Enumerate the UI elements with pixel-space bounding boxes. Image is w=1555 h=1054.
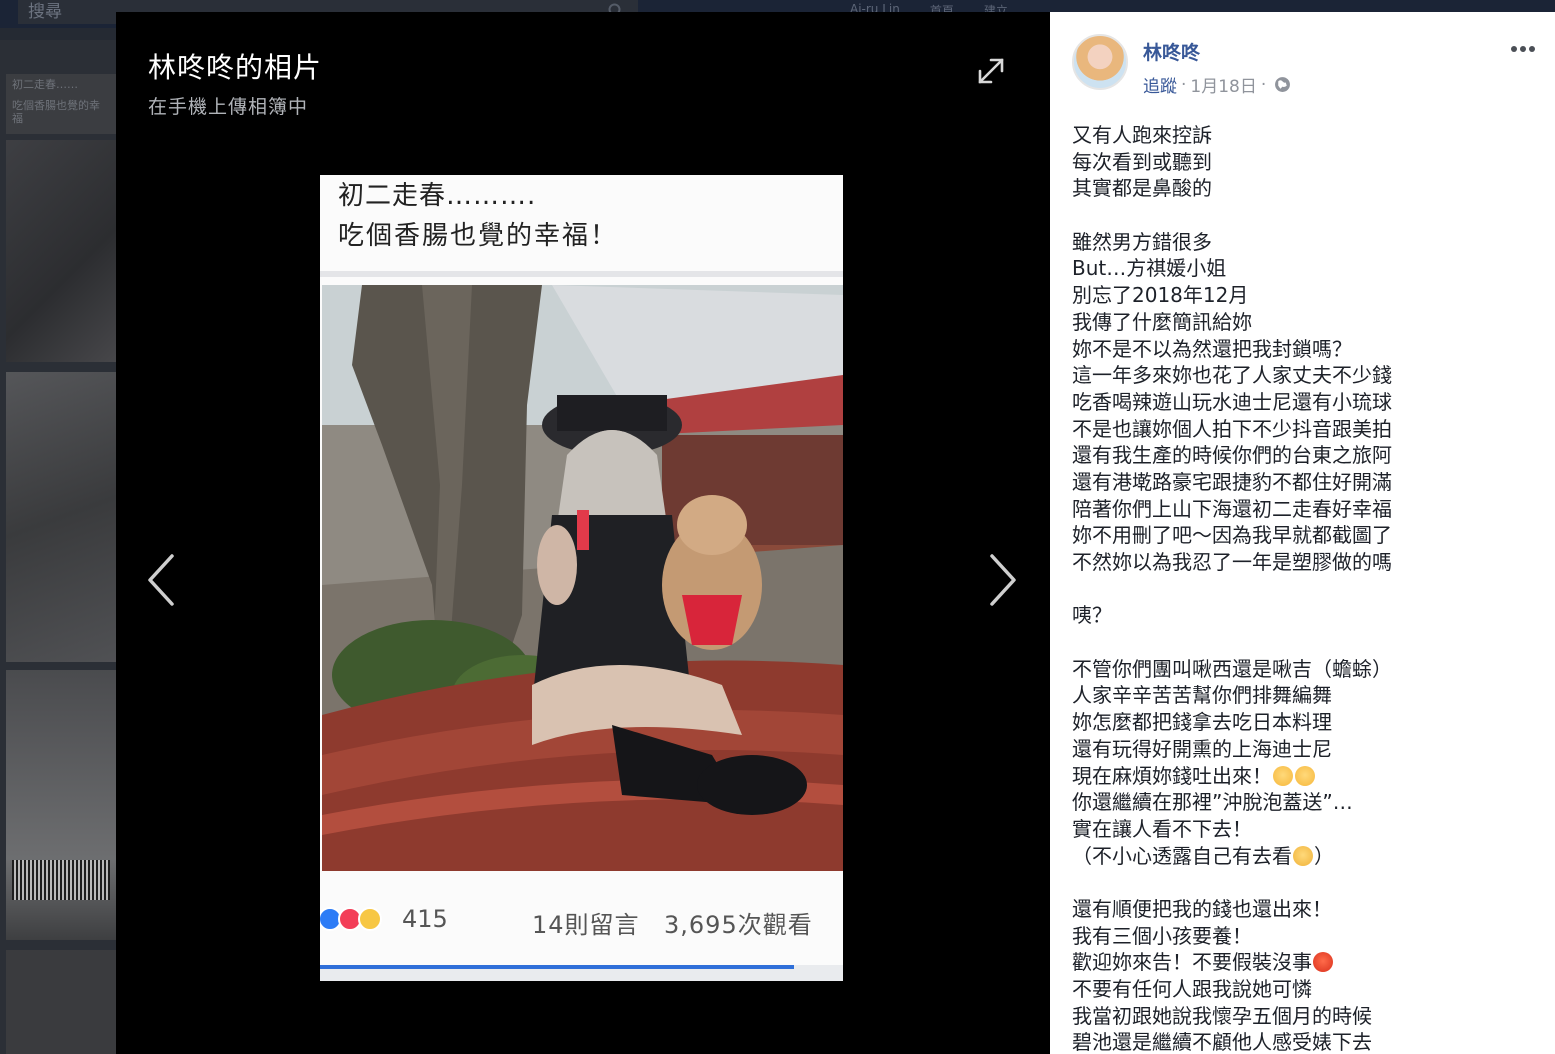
chevron-right-icon[interactable] — [982, 550, 1022, 610]
post-line: 還有玩得好開熏的上海迪士尼 — [1072, 736, 1332, 761]
post-line: 實在讓人看不下去！ — [1072, 816, 1252, 841]
globe-icon[interactable] — [1274, 76, 1291, 93]
post-line: 妳不是不以為然還把我封鎖嗎？ — [1072, 336, 1352, 361]
post-line: 我傳了什麼簡訊給妳 — [1072, 309, 1252, 334]
photo-bottom-bar — [320, 965, 843, 981]
post-line: 其實都是鼻酸的 — [1072, 176, 1212, 201]
post-line: 你還繼續在那裡”沖脫泡蓋送”… — [1072, 790, 1353, 815]
main-photo[interactable]: 初二走春………. 吃個香腸也覺的幸福！ 415 14則留言 3,695次觀看 — [320, 175, 843, 981]
post-line: 別忘了2018年12月 — [1072, 283, 1249, 308]
post-line: 咦？ — [1072, 603, 1112, 628]
post-line: 吃香喝辣遊山玩水迪士尼還有小琉球 — [1072, 389, 1392, 414]
post-line: 人家辛辛苦苦幫你們排舞編舞 — [1072, 683, 1332, 708]
barcode-graphic — [12, 860, 110, 900]
post-line: （不小心透露自己有去看 ） — [1072, 843, 1542, 870]
post-line-text: ） — [1314, 843, 1334, 868]
view-count[interactable]: 3,695次觀看 — [664, 905, 813, 940]
post-date[interactable]: 1月18日 — [1190, 72, 1256, 97]
post-line: But…方祺媛小姐 — [1072, 256, 1227, 281]
post-line: 我有三個小孩要養！ — [1072, 923, 1252, 948]
post-line — [1072, 629, 1542, 656]
post-line: 又有人跑來控訴 — [1072, 123, 1212, 147]
photo-bottom-accent — [320, 965, 794, 969]
post-info-panel: 林咚咚 追蹤 · 1月18日 · 又有人跑來控訴 每次看到或聽到 其實都是鼻酸的… — [1050, 12, 1555, 1054]
photo-caption-line: 吃個香腸也覺的幸福！ — [338, 221, 619, 251]
post-line: 雖然男方錯很多 — [1072, 229, 1212, 254]
post-line: 歡迎妳來告！不要假裝沒事 — [1072, 949, 1542, 976]
post-line: 這一年多來妳也花了人家丈夫不少錢 — [1072, 363, 1392, 388]
expand-arrows-icon[interactable] — [974, 54, 1008, 88]
post-line: 妳不用刪了吧～因為我早就都截圖了 — [1072, 523, 1392, 548]
huff-emoji-icon — [1295, 765, 1315, 786]
post-line: 我當初跟她說我懷孕五個月的時候 — [1072, 1003, 1372, 1028]
photo-scene-image — [322, 285, 843, 871]
post-line: 不要有任何人跟我說她可憐 — [1072, 977, 1312, 1001]
post-line: 每次看到或聽到 — [1072, 149, 1212, 174]
post-line: 還有我生產的時候你們的台東之旅阿 — [1072, 443, 1392, 468]
reaction-icons[interactable] — [320, 907, 382, 931]
follow-link[interactable]: 追蹤 — [1143, 72, 1177, 97]
post-body: 又有人跑來控訴 每次看到或聽到 其實都是鼻酸的 雖然男方錯很多 But…方祺媛小… — [1072, 122, 1542, 1054]
avatar[interactable] — [1072, 34, 1128, 90]
post-line-text: （不小心透露自己有去看 — [1072, 843, 1292, 868]
background-snippet-line: 初二走春…… — [12, 78, 78, 91]
post-line: 妳怎麼都把錢拿去吃日本料理 — [1072, 710, 1332, 735]
meta-separator: · — [1181, 74, 1187, 95]
photo-stats-bar: 415 14則留言 3,695次觀看 — [320, 893, 843, 953]
background-post-snippet: 初二走春…… 吃個香腸也覺的幸福 — [6, 74, 116, 134]
reaction-count[interactable]: 415 — [402, 905, 448, 933]
background-image — [6, 670, 116, 940]
background-image — [6, 372, 116, 662]
post-line-text: 歡迎妳來告！不要假裝沒事 — [1072, 950, 1312, 975]
post-line: 還有順便把我的錢也還出來！ — [1072, 896, 1332, 921]
post-line-text: 現在麻煩妳錢吐出來！ — [1072, 763, 1272, 788]
post-line: 現在麻煩妳錢吐出來！ — [1072, 763, 1542, 790]
comment-count[interactable]: 14則留言 — [532, 905, 640, 940]
album-subtitle[interactable]: 在手機上傳相簿中 — [148, 92, 308, 119]
photo-lightbox: 林咚咚的相片 在手機上傳相簿中 初二走春………. 吃個香腸也覺的幸福！ 415 … — [116, 12, 1050, 1054]
huff-emoji-icon — [1273, 765, 1293, 786]
post-line: 陪著你們上山下海還初二走春好幸福 — [1072, 496, 1392, 521]
angry-emoji-icon — [1313, 952, 1333, 973]
squinting-tongue-emoji-icon — [1293, 845, 1313, 866]
post-line: 不是也讓妳個人拍下不少抖音跟美拍 — [1072, 416, 1392, 441]
background-image — [6, 950, 116, 1054]
post-line: 碧池還是繼續不顧他人感受婊下去 — [1072, 1030, 1372, 1054]
post-line — [1072, 202, 1542, 229]
photo-caption-line: 初二走春………. — [338, 181, 537, 211]
meta-separator: · — [1260, 74, 1267, 95]
more-dots-icon[interactable] — [1510, 42, 1536, 56]
album-title[interactable]: 林咚咚的相片 — [148, 46, 322, 86]
post-meta-row: 追蹤 · 1月18日 · — [1143, 72, 1291, 97]
background-image — [6, 140, 116, 362]
post-line — [1072, 869, 1542, 896]
chevron-left-icon[interactable] — [142, 550, 182, 610]
post-line — [1072, 576, 1542, 603]
post-line: 不管你們團叫啾西還是啾吉（蟾蜍） — [1072, 656, 1392, 681]
background-snippet-line: 吃個香腸也覺的幸福 — [12, 99, 100, 125]
haha-reaction-icon — [358, 907, 382, 931]
author-name-link[interactable]: 林咚咚 — [1143, 38, 1200, 65]
post-line: 還有港墘路豪宅跟捷豹不都住好開滿 — [1072, 469, 1392, 494]
photo-divider — [320, 271, 843, 277]
post-line: 不然妳以為我忍了一年是塑膠做的嗎 — [1072, 550, 1392, 574]
